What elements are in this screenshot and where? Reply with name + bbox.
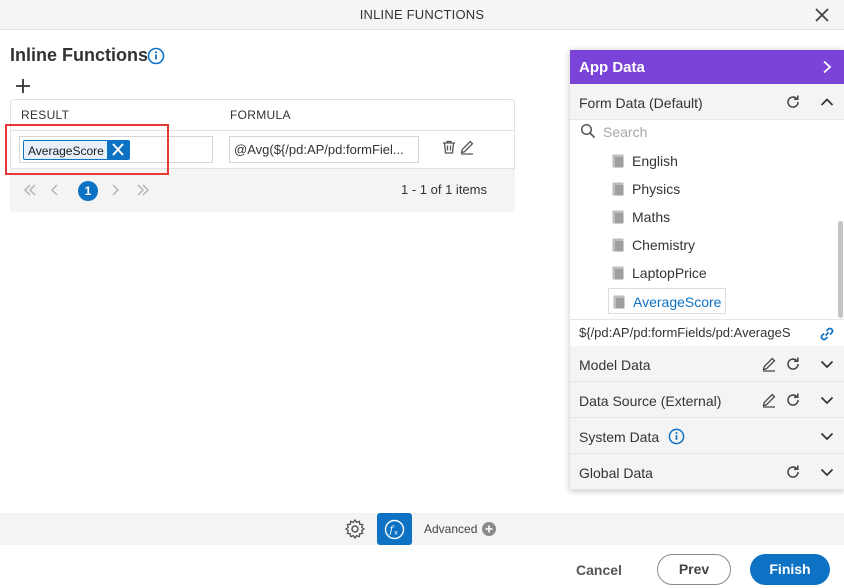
chevron-down-icon[interactable] [819, 356, 835, 372]
info-icon[interactable] [668, 428, 685, 445]
pagination-count: 1 - 1 of 1 items [401, 182, 487, 197]
refresh-icon[interactable] [785, 464, 801, 480]
function-icon: fx [384, 519, 405, 540]
tree-item-averagescore[interactable]: AverageScore [608, 288, 726, 314]
chevron-up-icon[interactable] [819, 94, 835, 110]
tree-item-label: LaptopPrice [632, 265, 707, 281]
refresh-icon[interactable] [785, 392, 801, 408]
tree-item-label: English [632, 153, 678, 169]
field-path-bar: ${/pd:AP/pd:formFields/pd:AverageS [570, 319, 844, 346]
refresh-icon[interactable] [785, 356, 801, 372]
tree-scrollbar[interactable] [838, 221, 843, 318]
chevron-down-icon[interactable] [819, 464, 835, 480]
pencil-icon[interactable] [761, 392, 777, 408]
section-form-data[interactable]: Form Data (Default) [570, 84, 844, 120]
field-icon [612, 210, 624, 224]
page-title: Inline Functions [10, 45, 148, 65]
app-data-title: App Data [579, 59, 645, 76]
form-data-label: Form Data (Default) [579, 95, 703, 111]
pencil-icon[interactable] [761, 356, 777, 372]
refresh-icon[interactable] [785, 94, 801, 110]
field-path: ${/pd:AP/pd:formFields/pd:AverageS [579, 325, 791, 340]
app-data-panel: App Data Form Data (Default) Search Engl… [570, 50, 844, 490]
trash-icon[interactable] [441, 139, 457, 155]
info-icon[interactable] [147, 47, 165, 65]
plus-circle-icon[interactable] [482, 522, 496, 536]
tree-item-label: AverageScore [633, 294, 722, 310]
app-data-search[interactable]: Search [570, 120, 844, 144]
prev-page-icon[interactable] [48, 183, 62, 197]
dialog-title: INLINE FUNCTIONS [359, 7, 485, 22]
pencil-icon[interactable] [459, 139, 475, 155]
section-label: Global Data [579, 465, 653, 481]
section-label: Model Data [579, 357, 651, 373]
plus-icon[interactable] [14, 77, 32, 95]
field-icon [612, 238, 624, 252]
chevron-down-icon[interactable] [819, 392, 835, 408]
advanced-label[interactable]: Advanced [424, 522, 477, 536]
section-model-data[interactable]: Model Data [570, 346, 844, 382]
first-page-icon[interactable] [23, 183, 37, 197]
svg-text:x: x [394, 529, 398, 537]
dialog-titlebar: INLINE FUNCTIONS [0, 0, 844, 30]
gear-icon[interactable] [344, 518, 366, 540]
tree-item-label: Physics [632, 181, 681, 197]
section-label: System Data [579, 429, 660, 445]
field-icon [613, 295, 625, 309]
function-button[interactable]: fx [377, 513, 412, 545]
field-icon [612, 266, 624, 280]
current-page[interactable]: 1 [78, 181, 98, 201]
search-icon [580, 123, 596, 139]
field-icon [612, 154, 624, 168]
bottom-toolbar: fx Advanced [0, 513, 844, 545]
cancel-button[interactable]: Cancel [576, 562, 622, 578]
section-label: Data Source (External) [579, 393, 722, 409]
section-system-data[interactable]: System Data [570, 418, 844, 454]
section-data-source-external[interactable]: Data Source (External) [570, 382, 844, 418]
chevron-right-icon[interactable] [820, 60, 834, 74]
link-icon[interactable] [818, 325, 836, 343]
tree-item-label: Maths [632, 209, 671, 225]
field-icon [612, 182, 624, 196]
prev-button[interactable]: Prev [657, 554, 731, 585]
last-page-icon[interactable] [136, 183, 150, 197]
chevron-down-icon[interactable] [819, 428, 835, 444]
search-placeholder: Search [603, 124, 648, 140]
formula-text: @Avg(${/pd:AP/pd:formFiel... [234, 142, 404, 157]
column-header-result: RESULT [21, 108, 70, 122]
column-header-formula: FORMULA [230, 108, 291, 122]
next-page-icon[interactable] [108, 183, 122, 197]
app-data-header[interactable]: App Data [570, 50, 844, 84]
formula-field[interactable]: @Avg(${/pd:AP/pd:formFiel... [229, 136, 419, 163]
result-highlight-box [5, 124, 169, 175]
close-icon[interactable] [812, 5, 832, 25]
finish-button[interactable]: Finish [750, 554, 830, 585]
section-global-data[interactable]: Global Data [570, 454, 844, 490]
tree-item-label: Chemistry [632, 237, 696, 253]
pagination: 1 1 - 1 of 1 items [10, 169, 515, 212]
